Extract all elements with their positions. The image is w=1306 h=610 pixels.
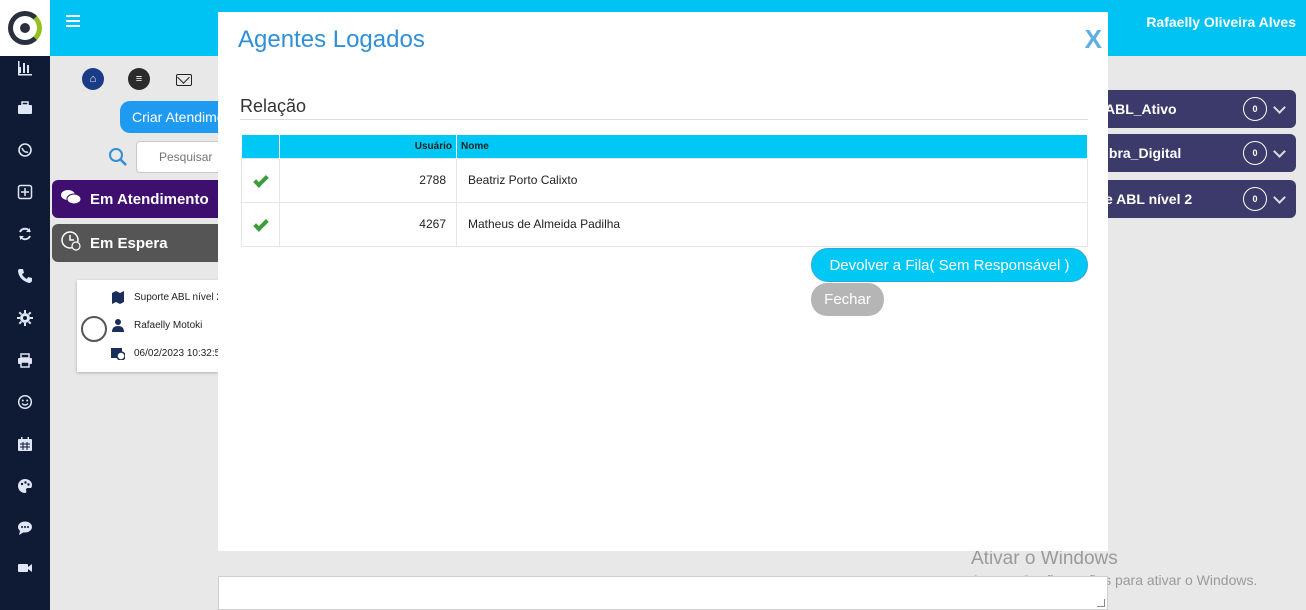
tab-em-espera[interactable]: Em Espera bbox=[52, 224, 220, 262]
header-nome: Nome bbox=[456, 135, 1088, 158]
section-title: Relação bbox=[240, 96, 307, 116]
queue-label: ABL_Ativo bbox=[1105, 101, 1177, 117]
add-list-icon[interactable]: ≡ bbox=[128, 68, 150, 90]
select-cell[interactable] bbox=[241, 157, 280, 203]
whatsapp-icon[interactable] bbox=[17, 142, 33, 158]
palette-icon[interactable] bbox=[17, 478, 33, 494]
card-queue-row: Suporte ABL nível 2 bbox=[111, 290, 218, 304]
agentes-logados-modal: Agentes Logados X Relação Usuário Nome 2… bbox=[218, 12, 1108, 551]
user-name[interactable]: Rafaelly Oliveira Alves bbox=[1146, 14, 1296, 30]
table-row[interactable]: 2788 Beatriz Porto Calixto bbox=[241, 157, 1088, 203]
agent-name: Beatriz Porto Calixto bbox=[456, 157, 1088, 203]
checkmark-icon[interactable] bbox=[252, 172, 269, 188]
waiting-ticket-card[interactable]: Suporte ABL nível 2 Rafaelly Motoki 06/0… bbox=[77, 280, 218, 372]
tab-em-atendimento-label: Em Atendimento bbox=[90, 190, 209, 208]
queue-pill-1[interactable]: ABL_Ativo 0 bbox=[1093, 90, 1296, 128]
dashboard-icon[interactable] bbox=[17, 60, 33, 76]
header-usuario: Usuário bbox=[279, 135, 457, 158]
user-id: 4267 bbox=[279, 201, 457, 247]
header-check bbox=[241, 135, 280, 158]
fechar-button[interactable]: Fechar bbox=[811, 283, 884, 316]
tab-em-atendimento[interactable]: Em Atendimento bbox=[52, 180, 220, 218]
table-row[interactable]: 4267 Matheus de Almeida Padilha bbox=[241, 201, 1088, 247]
map-icon bbox=[111, 290, 125, 304]
card-agent-row: Rafaelly Motoki bbox=[111, 318, 202, 332]
user-id: 2788 bbox=[279, 157, 457, 203]
search-icon[interactable] bbox=[108, 147, 128, 167]
chevron-down-icon[interactable] bbox=[1273, 100, 1286, 114]
windows-activation-title: Ativar o Windows bbox=[971, 548, 1118, 569]
queue-count: 0 bbox=[1243, 141, 1267, 165]
chevron-down-icon[interactable] bbox=[1273, 144, 1286, 158]
plus-square-icon[interactable] bbox=[17, 184, 33, 200]
agent-name: Matheus de Almeida Padilha bbox=[456, 201, 1088, 247]
print-icon[interactable] bbox=[17, 352, 33, 368]
agents-table: Usuário Nome 2788 Beatriz Porto Calixto … bbox=[241, 135, 1088, 247]
queue-count: 0 bbox=[1243, 187, 1267, 211]
select-cell[interactable] bbox=[241, 201, 280, 247]
app-logo[interactable] bbox=[0, 0, 50, 56]
queue-label: e ABL nível 2 bbox=[1105, 191, 1193, 207]
menu-icon[interactable] bbox=[66, 15, 80, 27]
message-input-area[interactable] bbox=[218, 576, 1108, 610]
close-button[interactable]: X bbox=[1085, 24, 1102, 55]
video-icon[interactable] bbox=[17, 560, 33, 576]
briefcase-icon[interactable] bbox=[17, 100, 33, 116]
gear-icon[interactable] bbox=[17, 310, 33, 326]
left-sidebar bbox=[0, 0, 50, 610]
card-agent: Rafaelly Motoki bbox=[134, 319, 203, 331]
resize-handle-icon[interactable] bbox=[1097, 599, 1105, 607]
card-queue: Suporte ABL nível 2 bbox=[134, 291, 218, 303]
card-datetime: 06/02/2023 10:32:5 bbox=[134, 347, 218, 359]
table-header-row: Usuário Nome bbox=[241, 135, 1088, 158]
checkmark-icon[interactable] bbox=[252, 216, 269, 232]
refresh-icon[interactable] bbox=[17, 226, 33, 242]
card-date-row: 06/02/2023 10:32:5 bbox=[111, 346, 218, 361]
whatsapp-icon bbox=[81, 316, 107, 342]
section-divider bbox=[240, 119, 1088, 120]
chat-icon[interactable] bbox=[17, 520, 33, 536]
modal-title: Agentes Logados bbox=[238, 26, 425, 53]
chat-bubbles-icon bbox=[60, 189, 82, 209]
calendar-icon[interactable] bbox=[17, 436, 33, 452]
smile-icon[interactable] bbox=[17, 394, 33, 410]
queue-pill-3[interactable]: e ABL nível 2 0 bbox=[1093, 180, 1296, 218]
queue-count: 0 bbox=[1243, 97, 1267, 121]
home-icon[interactable]: ⌂ bbox=[82, 68, 104, 90]
queue-label: ibra_Digital bbox=[1105, 145, 1182, 161]
mail-icon[interactable] bbox=[176, 74, 192, 86]
queue-pill-2[interactable]: ibra_Digital 0 bbox=[1093, 134, 1296, 172]
tab-em-espera-label: Em Espera bbox=[90, 234, 168, 252]
calendar-clock-icon bbox=[111, 346, 126, 361]
user-icon bbox=[111, 318, 125, 332]
devolver-fila-button[interactable]: Devolver a Fila( Sem Responsável ) bbox=[811, 248, 1088, 282]
phone-icon[interactable] bbox=[17, 268, 33, 284]
clock-icon bbox=[60, 230, 82, 256]
chevron-down-icon[interactable] bbox=[1273, 190, 1286, 204]
